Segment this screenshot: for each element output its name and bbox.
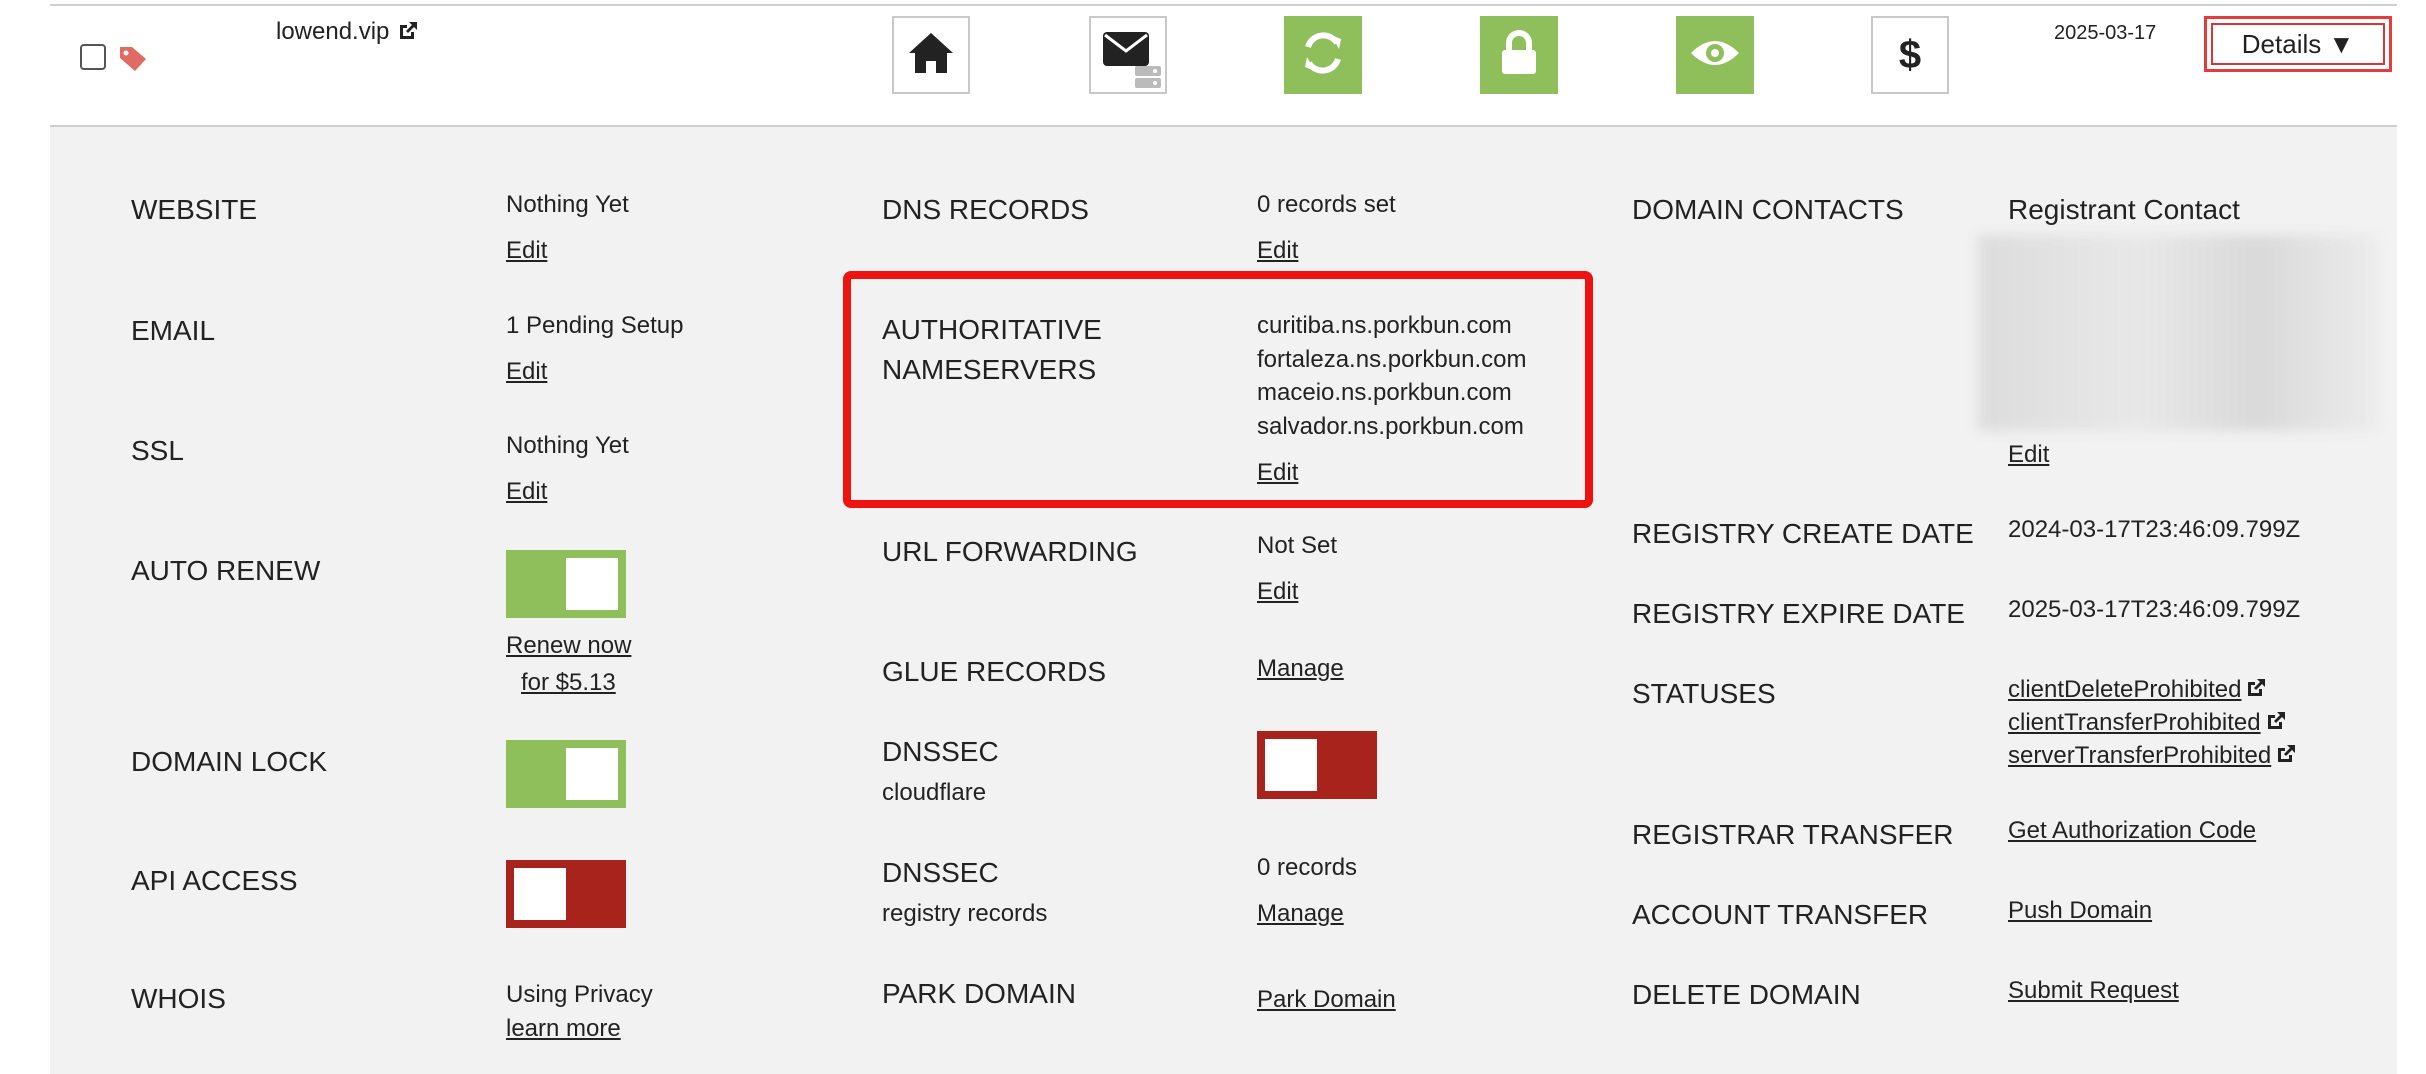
nameservers-label-line1: AUTHORITATIVE xyxy=(882,314,1102,345)
nameserver-item: maceio.ns.porkbun.com xyxy=(1257,379,1512,406)
api-access-label: API ACCESS xyxy=(131,865,298,896)
dns-records-label: DNS RECORDS xyxy=(882,194,1089,225)
domain-name: lowend.vip xyxy=(276,18,390,45)
nameserver-item: curitiba.ns.porkbun.com xyxy=(1257,312,1512,339)
privacy-button[interactable] xyxy=(1676,16,1754,94)
mail-icon xyxy=(1093,18,1163,93)
registry-expire-date-value: 2025-03-17T23:46:09.799Z xyxy=(2008,596,2301,623)
delete-domain-label: DELETE DOMAIN xyxy=(1632,979,1861,1010)
nameserver-item: salvador.ns.porkbun.com xyxy=(1257,413,1524,440)
row-date: 2025-03-17 xyxy=(2054,22,2157,44)
nameservers-edit-link[interactable]: Edit xyxy=(1257,456,1298,490)
status-link[interactable]: serverTransferProhibited xyxy=(2008,739,2297,773)
website-value: Nothing Yet xyxy=(506,191,629,218)
pricing-button[interactable]: $ xyxy=(1871,16,1949,94)
website-edit-link[interactable]: Edit xyxy=(506,234,547,268)
lock-icon xyxy=(1499,29,1539,81)
auto-renew-label: AUTO RENEW xyxy=(131,555,321,586)
url-forwarding-edit-link[interactable]: Edit xyxy=(1257,575,1298,609)
external-link-icon xyxy=(2241,676,2267,703)
dnssec-cloudflare-sublabel: cloudflare xyxy=(882,779,987,806)
auto-renew-button[interactable] xyxy=(1284,16,1362,94)
registry-create-date-value: 2024-03-17T23:46:09.799Z xyxy=(2008,516,2301,543)
redacted-contact-info xyxy=(1978,235,2378,431)
park-domain-label: PARK DOMAIN xyxy=(882,978,1076,1009)
dnssec-registry-sublabel: registry records xyxy=(882,900,1048,927)
glue-records-manage-link[interactable]: Manage xyxy=(1257,652,1344,686)
url-forwarding-value: Not Set xyxy=(1257,532,1338,559)
tag-icon[interactable] xyxy=(118,44,148,77)
external-link-icon xyxy=(2261,709,2287,736)
dnssec-registry-value: 0 records xyxy=(1257,854,1358,881)
domain-lock-label: DOMAIN LOCK xyxy=(131,746,328,777)
email-edit-link[interactable]: Edit xyxy=(506,355,547,389)
status-link-text: clientDeleteProhibited xyxy=(2008,676,2242,703)
ssl-edit-link[interactable]: Edit xyxy=(506,475,547,509)
dnssec-cloudflare-toggle[interactable] xyxy=(1257,731,1377,799)
status-link-text: clientTransferProhibited xyxy=(2008,709,2261,736)
lock-button[interactable] xyxy=(1480,16,1558,94)
toggle-knob xyxy=(566,558,618,610)
contacts-edit-link[interactable]: Edit xyxy=(2008,438,2049,472)
dnssec-cloudflare-label: DNSSEC xyxy=(882,736,999,767)
url-forwarding-label: URL FORWARDING xyxy=(882,536,1138,567)
renew-now-link[interactable]: Renew now xyxy=(506,629,631,663)
domain-name-link[interactable]: lowend.vip xyxy=(276,18,419,46)
home-button[interactable] xyxy=(892,16,970,94)
dnssec-registry-label: DNSSEC xyxy=(882,857,999,888)
api-access-toggle[interactable] xyxy=(506,860,626,928)
toggle-knob xyxy=(566,748,618,800)
details-label: Details ▼ xyxy=(2241,28,2355,59)
nameservers-label-line2: NAMESERVERS xyxy=(882,354,1097,385)
toggle-knob xyxy=(514,868,566,920)
dollar-icon: $ xyxy=(1898,32,1922,77)
row-top-divider xyxy=(50,4,2397,6)
whois-label: WHOIS xyxy=(131,983,226,1014)
home-icon xyxy=(907,31,955,80)
row-select-checkbox[interactable] xyxy=(80,44,106,70)
external-link-icon xyxy=(389,18,419,45)
registrant-contact-title: Registrant Contact xyxy=(2008,194,2240,225)
domain-lock-toggle[interactable] xyxy=(506,740,626,808)
whois-learn-more-link[interactable]: learn more xyxy=(506,1012,621,1046)
dns-records-value: 0 records set xyxy=(1257,191,1396,218)
whois-value: Using Privacy xyxy=(506,981,653,1008)
domain-contacts-label: DOMAIN CONTACTS xyxy=(1632,194,1904,225)
statuses-label: STATUSES xyxy=(1632,678,1776,709)
dnssec-registry-manage-link[interactable]: Manage xyxy=(1257,897,1344,931)
dns-records-edit-link[interactable]: Edit xyxy=(1257,234,1298,268)
registry-create-date-label: REGISTRY CREATE DATE xyxy=(1632,518,1974,549)
push-domain-link[interactable]: Push Domain xyxy=(2008,894,2152,928)
park-domain-link[interactable]: Park Domain xyxy=(1257,983,1396,1017)
ssl-value: Nothing Yet xyxy=(506,432,629,459)
email-label: EMAIL xyxy=(131,315,216,346)
status-link[interactable]: clientTransferProhibited xyxy=(2008,706,2287,740)
status-link[interactable]: clientDeleteProhibited xyxy=(2008,673,2267,707)
ssl-label: SSL xyxy=(131,435,184,466)
email-value: 1 Pending Setup xyxy=(506,312,684,339)
submit-request-link[interactable]: Submit Request xyxy=(2008,974,2179,1008)
account-transfer-label: ACCOUNT TRANSFER xyxy=(1632,899,1929,930)
auto-renew-toggle[interactable] xyxy=(506,550,626,618)
details-button[interactable]: Details ▼ xyxy=(2204,16,2392,72)
external-link-icon xyxy=(2271,742,2297,769)
email-button[interactable] xyxy=(1089,16,1167,94)
eye-icon xyxy=(1689,35,1741,76)
refresh-icon xyxy=(1301,31,1345,80)
glue-records-label: GLUE RECORDS xyxy=(882,656,1107,687)
get-auth-code-link[interactable]: Get Authorization Code xyxy=(2008,814,2256,848)
nameserver-item: fortaleza.ns.porkbun.com xyxy=(1257,346,1527,373)
website-label: WEBSITE xyxy=(131,194,258,225)
toggle-knob xyxy=(1265,739,1317,791)
status-link-text: serverTransferProhibited xyxy=(2008,742,2272,769)
renew-price-link[interactable]: for $5.13 xyxy=(521,666,616,700)
registry-expire-date-label: REGISTRY EXPIRE DATE xyxy=(1632,598,1965,629)
registrar-transfer-label: REGISTRAR TRANSFER xyxy=(1632,819,1954,850)
